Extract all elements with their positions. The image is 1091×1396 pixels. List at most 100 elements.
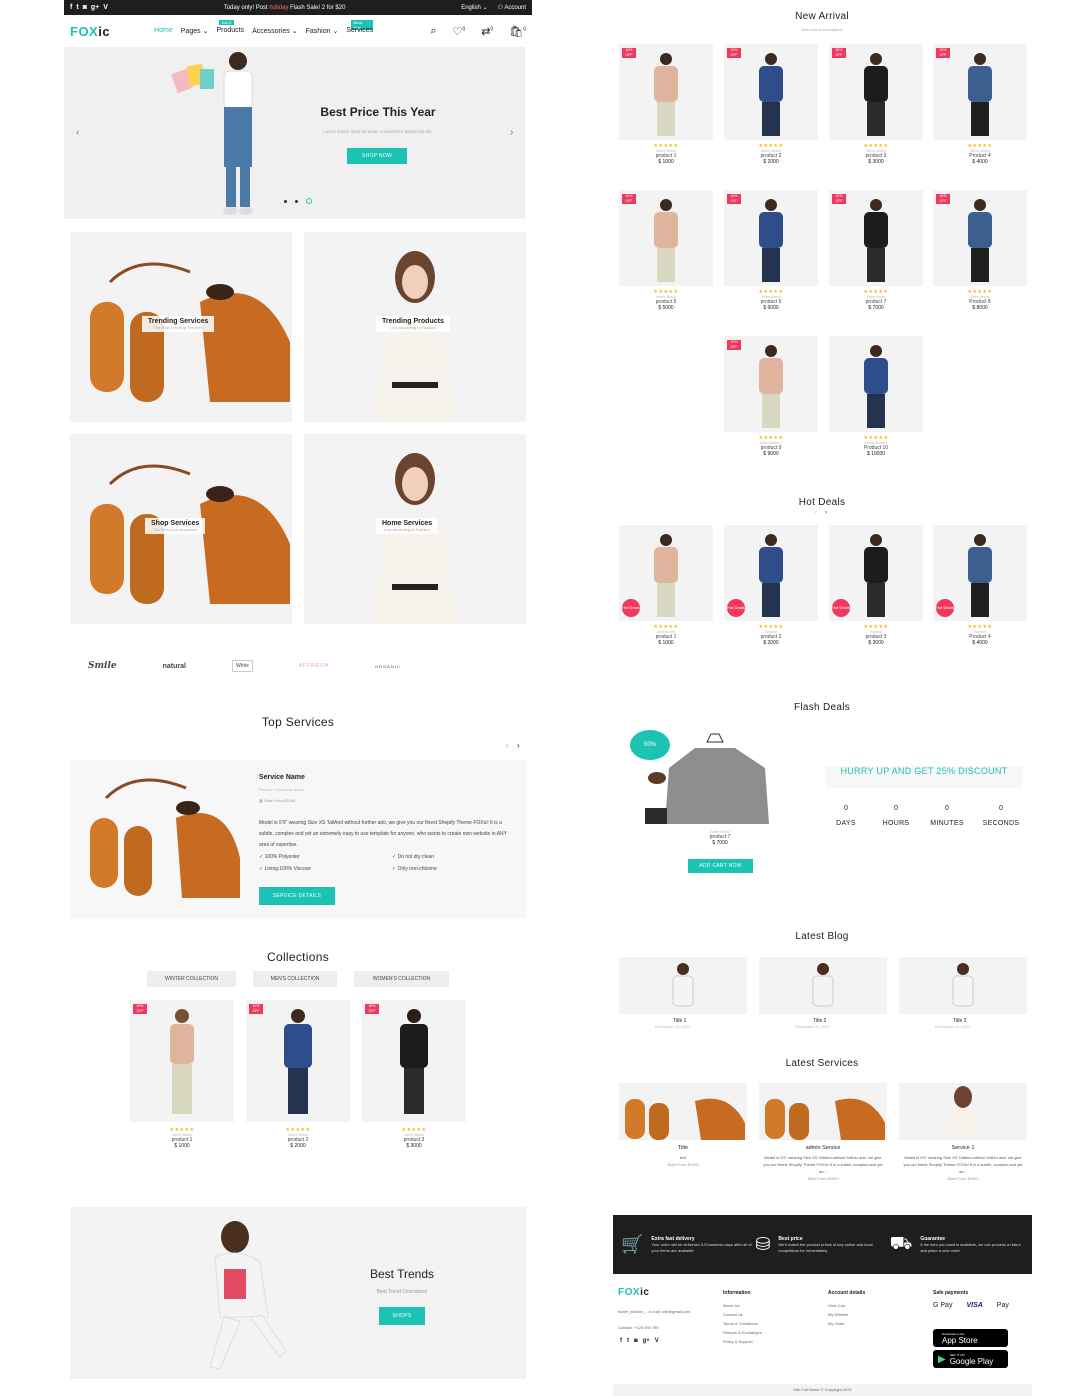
service-card[interactable]: Title text Start From $1000 (619, 1083, 747, 1167)
compare-icon[interactable]: ⇄0 (481, 25, 493, 38)
footer-link[interactable]: View Cart (828, 1301, 865, 1310)
product-card[interactable]: 10% OFF ★★★★★ Seller Brand 2 product 9 $ 900… (724, 336, 818, 457)
service-details-button[interactable]: SERVICE DETAILS (259, 887, 335, 905)
vimeo-icon[interactable]: V (655, 1338, 659, 1344)
brand-logo[interactable]: natural (163, 663, 186, 670)
product-image[interactable]: 10% OFF (724, 44, 818, 140)
product-image[interactable]: 10% OFF (130, 1000, 234, 1122)
blog-image[interactable] (899, 957, 1027, 1014)
product-image[interactable]: Hot Deals (724, 525, 818, 621)
brand-logo[interactable]: Smile (88, 661, 117, 671)
footer-link[interactable]: My Wishlist (828, 1310, 865, 1319)
next-arrow[interactable]: › (825, 510, 827, 516)
hero-prev-arrow[interactable]: ‹ (76, 127, 79, 138)
product-image[interactable]: 10% OFF (933, 44, 1027, 140)
service-card[interactable]: admin Service Model is 5'9" wearing Size … (759, 1083, 887, 1181)
product-card[interactable]: 10% OFF ★★★★★ Admin Brand product 2 $ 20… (246, 1000, 350, 1149)
instagram-icon[interactable]: ◙ (634, 1338, 638, 1344)
service-image[interactable] (619, 1083, 747, 1140)
facebook-icon[interactable]: f (620, 1338, 622, 1344)
cart-icon[interactable]: 🛍0 (509, 25, 526, 38)
brand-logo[interactable]: AFFRESH (299, 663, 329, 669)
product-image[interactable]: Hot Deals (829, 525, 923, 621)
product-card[interactable]: 30% OFF ★★★★★ Admin Brand product 3 $ 3000 (829, 44, 923, 165)
product-card[interactable]: 30% OFF ★★★★★ Admin Brand product 3 $ 30… (362, 1000, 466, 1149)
google-play-button[interactable]: ▶ GET IT ON Google Play (933, 1350, 1008, 1368)
twitter-icon[interactable]: t (76, 4, 78, 11)
shop-now-button[interactable]: SHOP NOW (347, 148, 407, 164)
nav-pages[interactable]: Pages ⌄ (181, 27, 209, 35)
product-image[interactable] (829, 336, 923, 432)
product-card[interactable]: 10% OFF ★★★★★ Admin Brand product 1 $ 1000 (619, 44, 713, 165)
hero-dot[interactable] (284, 199, 287, 203)
product-image[interactable]: 10% OFF (619, 190, 713, 286)
product-card[interactable]: Hot Deals ★★★★★ Fashion product 2 $ 2000 (724, 525, 818, 646)
category-card-shop-services[interactable]: Shop Services The Best Look Anywhere (70, 434, 292, 624)
nav-home[interactable]: Home (154, 27, 173, 35)
product-image[interactable]: 10% OFF (829, 190, 923, 286)
product-card[interactable]: 10% OFF ★★★★★ Seller Brand Product 8 $ 8000 (933, 190, 1027, 311)
service-card[interactable]: Service 1 Model is 5'9" wearing Size XS T… (899, 1083, 1027, 1181)
service-title[interactable]: admin Service (759, 1145, 887, 1151)
blog-card[interactable]: Title 3 December 04, 2021 (899, 957, 1027, 1029)
hero-dot-active[interactable] (306, 198, 312, 204)
product-card[interactable]: ★★★★★ Admin Brand 1 Product 10 $ 10000 (829, 336, 923, 457)
product-card[interactable]: 10% OFF ★★★★★ Seller Brand product 6 $ 6000 (724, 190, 818, 311)
twitter-icon[interactable]: t (627, 1338, 629, 1344)
product-card[interactable]: 10% OFF ★★★★★ Admin Brand product 1 $ 10… (130, 1000, 234, 1149)
product-image[interactable]: 30% OFF (829, 44, 923, 140)
shops-button[interactable]: SHOPS (379, 1307, 425, 1325)
product-image[interactable]: 10% OFF (246, 1000, 350, 1122)
product-card[interactable]: Hot Deals ★★★★★ Fashion product 3 $ 3000 (829, 525, 923, 646)
footer-link[interactable]: About Us (723, 1301, 762, 1310)
google-plus-icon[interactable]: g+ (643, 1338, 650, 1344)
service-title[interactable]: Title (619, 1145, 747, 1151)
blog-image[interactable] (619, 957, 747, 1014)
brand-logo[interactable]: White (231, 660, 253, 672)
footer-link[interactable]: Returns & Exchanges (723, 1328, 762, 1337)
category-card-home-services[interactable]: Home Services Live according to Fashion (304, 434, 526, 624)
wishlist-icon[interactable]: ♡0 (453, 25, 466, 38)
instagram-icon[interactable]: ◙ (83, 4, 87, 11)
flash-product-image[interactable] (645, 728, 785, 828)
blog-card[interactable]: Title 1 December 03, 2021 (619, 957, 747, 1029)
tab-mens-collection[interactable]: MEN'S COLLECTION (253, 971, 337, 987)
product-card[interactable]: Hot Deals ★★★★★ Fashion Product 4 $ 4000 (933, 525, 1027, 646)
product-image[interactable]: Hot Deals (619, 525, 713, 621)
product-image[interactable]: Hot Deals (933, 525, 1027, 621)
tab-womens-collection[interactable]: WOMEN'S COLLECTION (354, 971, 449, 987)
blog-image[interactable] (759, 957, 887, 1014)
footer-link[interactable]: Contact Us (723, 1310, 762, 1319)
category-card-trending-services[interactable]: Trending Services The Best Trending Serv… (70, 232, 292, 422)
product-image[interactable]: 10% OFF (724, 190, 818, 286)
product-image[interactable]: 10% OFF (933, 190, 1027, 286)
service-image[interactable] (759, 1083, 887, 1140)
footer-logo[interactable]: FOXic (618, 1287, 649, 1298)
nav-services[interactable]: Book Now Services (346, 20, 374, 35)
nav-products[interactable]: SALE Products (216, 20, 244, 35)
tab-winter-collection[interactable]: WINTER COLLECTION (147, 971, 236, 987)
product-card[interactable]: 10% OFF ★★★★★ Seller Brand product 7 $ 7000 (829, 190, 923, 311)
product-image[interactable]: 10% OFF (724, 336, 818, 432)
logo[interactable]: FOXic (70, 24, 110, 39)
account-link[interactable]: ⚇ Account (498, 4, 526, 11)
product-card[interactable]: 10% OFF ★★★★★ Admin Brand product 5 $ 5000 (619, 190, 713, 311)
search-icon[interactable]: ⌕ (430, 25, 436, 38)
app-store-button[interactable]: Download on the App Store (933, 1329, 1008, 1347)
product-card[interactable]: Hot Deals ★★★★★ Accessories product 1 $ 1000 (619, 525, 713, 646)
blog-card[interactable]: Title 2 December 04, 2021 (759, 957, 887, 1029)
nav-fashion[interactable]: Fashion ⌄ (306, 27, 339, 35)
hero-dot[interactable] (295, 199, 298, 203)
product-card[interactable]: 10% OFF ★★★★★ Admin Brand product 2 $ 2000 (724, 44, 818, 165)
nav-accessories[interactable]: Accessories ⌄ (252, 27, 298, 35)
service-image[interactable] (899, 1083, 1027, 1140)
product-image[interactable]: 10% OFF (619, 44, 713, 140)
google-plus-icon[interactable]: g+ (91, 4, 99, 11)
add-cart-now-button[interactable]: ADD CART NOW (688, 859, 753, 873)
product-card[interactable]: 10% OFF ★★★★★ Admin Brand Product 4 $ 4000 (933, 44, 1027, 165)
footer-link[interactable]: Policy & Support (723, 1337, 762, 1346)
category-card-trending-products[interactable]: Trending Products Live according to Fash… (304, 232, 526, 422)
hero-next-arrow[interactable]: › (510, 127, 513, 138)
next-arrow[interactable]: › (517, 741, 520, 750)
language-select[interactable]: English ⌄ (461, 4, 487, 11)
